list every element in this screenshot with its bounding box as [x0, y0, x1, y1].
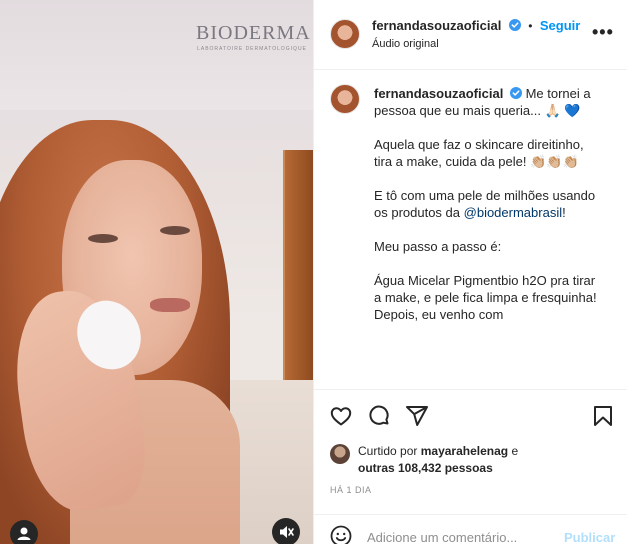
- tagged-user-button[interactable]: [10, 520, 38, 544]
- caption-area: fernandasouzaoficial Me tornei a pessoa …: [314, 71, 627, 388]
- blue-heart-emoji: 💙: [564, 103, 581, 118]
- post-side-panel: fernandasouzaoficial • Seguir Áudio orig…: [313, 0, 627, 544]
- likes-prefix: Curtido por: [358, 444, 418, 458]
- caption-username[interactable]: fernandasouzaoficial: [374, 86, 503, 101]
- caption-para-2: Aquela que faz o skincare direitinho, ti…: [374, 136, 604, 170]
- emoji-smiley-icon[interactable]: [329, 524, 353, 544]
- muted-speaker-icon: [280, 526, 294, 538]
- post-media[interactable]: BIODERMA LABORATOIRE DERMATOLOGIQUE: [0, 0, 313, 544]
- person-mouth: [150, 298, 190, 312]
- verified-badge-icon: [509, 87, 522, 99]
- verified-badge-icon: [508, 19, 521, 31]
- header-separator: •: [528, 19, 533, 33]
- action-section: Curtido por mayarahelenag e outras 108,4…: [314, 389, 627, 544]
- caption-text: fernandasouzaoficial Me tornei a pessoa …: [374, 85, 604, 340]
- background-wall: [0, 0, 313, 110]
- mute-button[interactable]: [272, 518, 300, 544]
- likes-others-count[interactable]: outras 108,432 pessoas: [358, 461, 493, 475]
- author-avatar[interactable]: [330, 19, 360, 49]
- caption-author-avatar[interactable]: [330, 84, 360, 114]
- person-eye-left: [88, 234, 118, 243]
- save-bookmark-icon[interactable]: [592, 404, 614, 428]
- like-heart-icon[interactable]: [329, 404, 353, 428]
- person-eye-right: [160, 226, 190, 235]
- comment-bubble-icon[interactable]: [367, 404, 391, 428]
- brand-watermark: BIODERMA LABORATOIRE DERMATOLOGIQUE: [196, 22, 311, 52]
- likes-conjunction: e: [511, 444, 519, 458]
- user-icon: [17, 527, 31, 540]
- background-door: [283, 150, 313, 400]
- header-user-row: fernandasouzaoficial • Seguir: [372, 17, 580, 35]
- caption-para-4: Meu passo a passo é:: [374, 239, 502, 254]
- caption-para-5: Água Micelar Pigmentbio h2O pra tirar a …: [374, 273, 597, 305]
- publish-button[interactable]: Publicar: [564, 530, 615, 544]
- biodermabrasil-mention-link[interactable]: @biodermabrasil: [464, 205, 562, 220]
- more-options-icon[interactable]: •••: [592, 22, 614, 43]
- clapping-emoji: 👏🏼👏🏼👏🏼: [530, 154, 579, 169]
- caption-para-1: fernandasouzaoficial Me tornei a pessoa …: [374, 85, 604, 119]
- praying-hands-emoji: 🙏🏻: [544, 103, 561, 118]
- audio-label[interactable]: Áudio original: [372, 38, 439, 50]
- comment-bar: Publicar: [314, 514, 627, 544]
- author-username[interactable]: fernandasouzaoficial: [372, 18, 501, 33]
- likes-summary: Curtido por mayarahelenag e outras 108,4…: [358, 443, 588, 477]
- liker-avatar[interactable]: [330, 444, 350, 464]
- share-send-icon[interactable]: [405, 404, 429, 428]
- caption-para-3-end: !: [562, 205, 566, 220]
- post-timestamp[interactable]: HÁ 1 DIA: [330, 485, 372, 495]
- comment-input[interactable]: [367, 526, 557, 544]
- brand-name: BIODERMA: [196, 22, 311, 44]
- follow-button[interactable]: Seguir: [540, 18, 580, 33]
- caption-para-3: E tô com uma pele de milhões usando os p…: [374, 187, 604, 221]
- caption-para-6: Depois, eu venho com: [374, 307, 504, 322]
- brand-subtitle: LABORATOIRE DERMATOLOGIQUE: [197, 46, 307, 52]
- post-header: fernandasouzaoficial • Seguir Áudio orig…: [314, 0, 627, 70]
- liker-username[interactable]: mayarahelenag: [421, 444, 508, 458]
